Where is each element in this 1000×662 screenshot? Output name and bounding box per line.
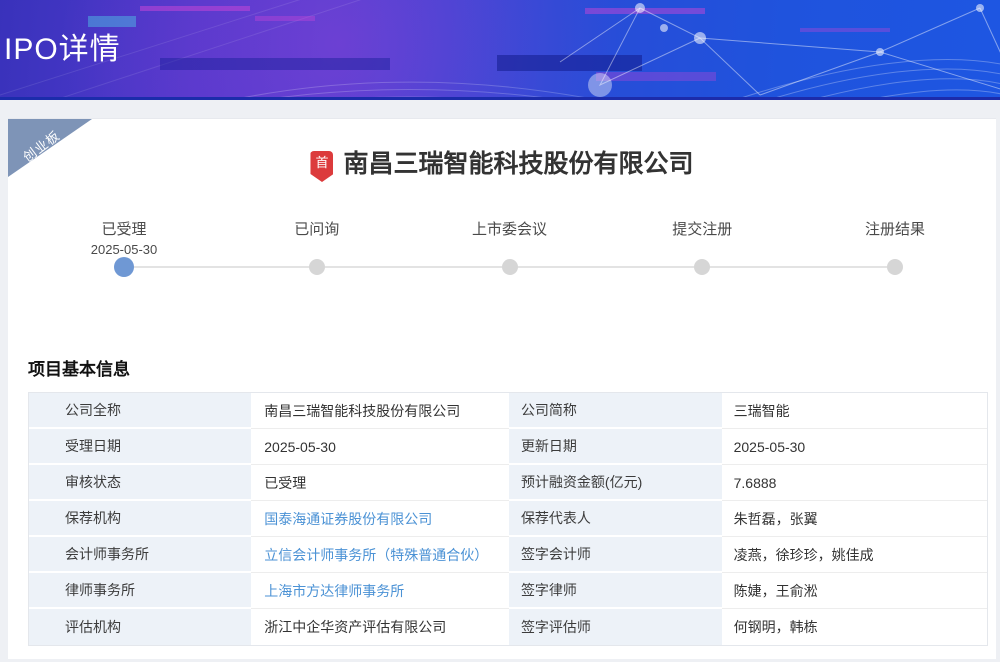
progress-step: 已问询	[242, 221, 392, 283]
row-value-1: 国泰海通证券股份有限公司	[251, 501, 509, 537]
row-label-1: 受理日期	[29, 429, 251, 465]
step-label: 注册结果	[820, 221, 970, 239]
section-title: 项目基本信息	[28, 355, 996, 380]
row-value-1: 2025-05-30	[251, 429, 509, 465]
row-label-1: 保荐机构	[29, 501, 251, 537]
cell-value: 朱哲磊，张翼	[734, 511, 818, 527]
row-value-2: 朱哲磊，张翼	[722, 501, 987, 537]
row-value-1: 已受理	[251, 465, 509, 501]
row-label-1: 会计师事务所	[29, 537, 251, 573]
step-dot-icon	[887, 259, 903, 275]
row-label-2: 签字会计师	[509, 537, 722, 573]
row-label-1: 评估机构	[29, 609, 251, 645]
row-value-2: 何钢明，韩栋	[722, 609, 987, 645]
row-value-2: 凌燕，徐珍珍，姚佳成	[722, 537, 987, 573]
table-row: 审核状态 已受理 预计融资金额(亿元) 7.6888	[29, 465, 987, 501]
row-value-2: 陈婕，王俞淞	[722, 573, 987, 609]
content-card: 创业板 首 南昌三瑞智能科技股份有限公司 已受理 2025-05-30 已问询 …	[8, 118, 996, 659]
step-dot-icon	[502, 259, 518, 275]
row-label-1: 公司全称	[29, 393, 251, 429]
cell-value: 南昌三瑞智能科技股份有限公司	[264, 403, 460, 419]
progress-step: 提交注册	[627, 221, 777, 283]
table-row: 公司全称 南昌三瑞智能科技股份有限公司 公司简称 三瑞智能	[29, 393, 987, 429]
row-label-2: 更新日期	[509, 429, 722, 465]
row-label-1: 律师事务所	[29, 573, 251, 609]
ipo-progress-steps: 已受理 2025-05-30 已问询 上市委会议 提交注册 注册结果	[49, 221, 970, 283]
ipo-first-badge-icon: 首	[310, 151, 333, 182]
issuer-link[interactable]: 立信会计师事务所（特殊普通合伙）	[264, 547, 488, 563]
project-info-table: 公司全称 南昌三瑞智能科技股份有限公司 公司简称 三瑞智能 受理日期 2025-…	[28, 392, 988, 646]
table-row: 会计师事务所 立信会计师事务所（特殊普通合伙） 签字会计师 凌燕，徐珍珍，姚佳成	[29, 537, 987, 573]
cell-value: 凌燕，徐珍珍，姚佳成	[734, 547, 874, 563]
progress-step: 已受理 2025-05-30	[49, 221, 199, 283]
step-dot-icon	[309, 259, 325, 275]
row-value-2: 7.6888	[722, 465, 987, 501]
row-label-1: 审核状态	[29, 465, 251, 501]
step-label: 已受理	[49, 221, 199, 239]
row-value-1: 立信会计师事务所（特殊普通合伙）	[251, 537, 509, 573]
row-label-2: 签字评估师	[509, 609, 722, 645]
row-value-2: 2025-05-30	[722, 429, 987, 465]
company-name: 南昌三瑞智能科技股份有限公司	[343, 149, 693, 180]
cell-value: 7.6888	[734, 475, 777, 491]
cell-value: 三瑞智能	[734, 403, 790, 419]
cell-value: 2025-05-30	[264, 439, 336, 455]
cell-value: 2025-05-30	[734, 439, 806, 455]
page-title: IPO详情	[4, 24, 121, 68]
row-value-1: 浙江中企华资产评估有限公司	[251, 609, 509, 645]
row-value-1: 上海市方达律师事务所	[251, 573, 509, 609]
company-title-row: 首 南昌三瑞智能科技股份有限公司	[8, 119, 996, 182]
row-value-1: 南昌三瑞智能科技股份有限公司	[251, 393, 509, 429]
issuer-link[interactable]: 上海市方达律师事务所	[264, 583, 404, 599]
step-label: 提交注册	[627, 221, 777, 239]
page-banner: IPO详情	[0, 0, 1000, 100]
table-row: 受理日期 2025-05-30 更新日期 2025-05-30	[29, 429, 987, 465]
step-dot-icon	[694, 259, 710, 275]
banner-decoration	[0, 0, 1000, 100]
cell-value: 何钢明，韩栋	[734, 619, 818, 635]
row-value-2: 三瑞智能	[722, 393, 987, 429]
table-row: 律师事务所 上海市方达律师事务所 签字律师 陈婕，王俞淞	[29, 573, 987, 609]
row-label-2: 保荐代表人	[509, 501, 722, 537]
step-label: 上市委会议	[435, 221, 585, 239]
step-label: 已问询	[242, 221, 392, 239]
cell-value: 陈婕，王俞淞	[734, 583, 818, 599]
step-dot-icon	[114, 257, 134, 277]
table-row: 保荐机构 国泰海通证券股份有限公司 保荐代表人 朱哲磊，张翼	[29, 501, 987, 537]
issuer-link[interactable]: 国泰海通证券股份有限公司	[264, 511, 432, 527]
table-row: 评估机构 浙江中企华资产评估有限公司 签字评估师 何钢明，韩栋	[29, 609, 987, 645]
row-label-2: 预计融资金额(亿元)	[509, 465, 722, 501]
progress-step: 上市委会议	[435, 221, 585, 283]
row-label-2: 公司简称	[509, 393, 722, 429]
cell-value: 浙江中企华资产评估有限公司	[264, 619, 446, 635]
row-label-2: 签字律师	[509, 573, 722, 609]
cell-value: 已受理	[264, 475, 306, 491]
progress-step: 注册结果	[820, 221, 970, 283]
